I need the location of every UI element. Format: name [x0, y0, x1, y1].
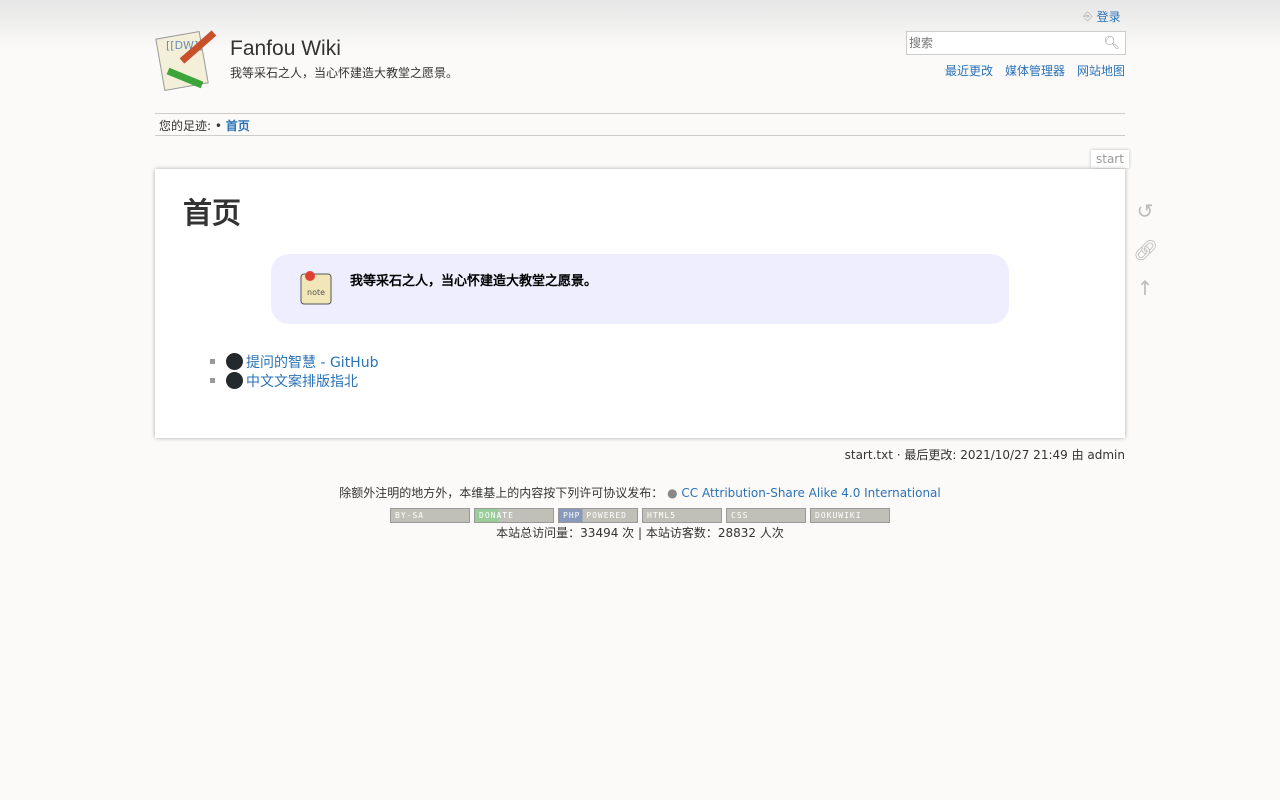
- breadcrumb-label: 您的足迹:: [159, 119, 212, 133]
- doc-info: start.txt · 最后更改: 2021/10/27 21:49 由 adm…: [844, 448, 1125, 462]
- php-badge[interactable]: PHP POWERED: [558, 508, 638, 523]
- list-item: 提问的智慧 - GitHub: [210, 352, 378, 371]
- github-icon: [226, 372, 243, 389]
- note-icon: note: [300, 271, 332, 305]
- login-icon: ⎆: [1083, 9, 1093, 23]
- css-badge[interactable]: CSS: [726, 508, 806, 523]
- note-box: [271, 254, 1009, 324]
- search-input[interactable]: [907, 32, 1102, 54]
- login-label[interactable]: 登录: [1097, 8, 1121, 25]
- page-id[interactable]: start: [1091, 150, 1129, 168]
- list-item: 中文文案排版指北: [210, 371, 378, 390]
- backlinks-icon[interactable]: 🔗︎: [1133, 238, 1158, 262]
- dokuwiki-badge[interactable]: DOKUWIKI: [810, 508, 890, 523]
- history-icon[interactable]: ↺: [1133, 199, 1157, 223]
- link-copywriting-guide[interactable]: 中文文案排版指北: [246, 371, 358, 391]
- html5-badge[interactable]: HTML5: [642, 508, 722, 523]
- donate-badge[interactable]: DONATE: [474, 508, 554, 523]
- site-title[interactable]: Fanfou Wiki: [230, 37, 341, 61]
- site-tools: 最近更改 媒体管理器 网站地图: [945, 62, 1125, 79]
- breadcrumb-sep: •: [214, 119, 222, 133]
- link-smart-questions[interactable]: 提问的智慧 - GitHub: [246, 352, 378, 372]
- back-to-top-icon[interactable]: ↑: [1133, 276, 1157, 300]
- license-prefix: 除额外注明的地方外，本维基上的内容按下列许可协议发布：: [339, 486, 664, 500]
- badges: BY-SA DONATE PHP POWERED HTML5 CSS DOKUW…: [0, 508, 1280, 523]
- breadcrumb-home[interactable]: 首页: [226, 119, 250, 133]
- link-list: 提问的智慧 - GitHub 中文文案排版指北: [210, 352, 378, 390]
- globe-icon: ●: [667, 486, 678, 500]
- breadcrumb: 您的足迹: • 首页: [155, 113, 1125, 136]
- page-title: 首页: [183, 196, 242, 230]
- login-link[interactable]: ⎆ 登录: [1083, 8, 1121, 25]
- search-box[interactable]: 🔍︎: [906, 31, 1126, 55]
- recent-changes-link[interactable]: 最近更改: [945, 62, 993, 79]
- search-icon[interactable]: 🔍︎: [1103, 36, 1120, 51]
- license-link[interactable]: CC Attribution-Share Alike 4.0 Internati…: [681, 486, 940, 500]
- dokuwiki-logo[interactable]: [[DW]]: [154, 27, 220, 93]
- github-icon: [226, 353, 243, 370]
- media-manager-link[interactable]: 媒体管理器: [1005, 62, 1065, 79]
- site-tagline: 我等采石之人，当心怀建造大教堂之愿景。: [230, 66, 459, 80]
- license-info: 除额外注明的地方外，本维基上的内容按下列许可协议发布： ● CC Attribu…: [0, 484, 1280, 501]
- note-text: 我等采石之人，当心怀建造大教堂之愿景。: [350, 274, 598, 289]
- svg-text:note: note: [307, 288, 325, 297]
- cc-badge[interactable]: BY-SA: [390, 508, 470, 523]
- sitemap-link[interactable]: 网站地图: [1077, 62, 1125, 79]
- visitor-stats: 本站总访问量：33494 次 | 本站访客数：28832 人次: [496, 526, 784, 540]
